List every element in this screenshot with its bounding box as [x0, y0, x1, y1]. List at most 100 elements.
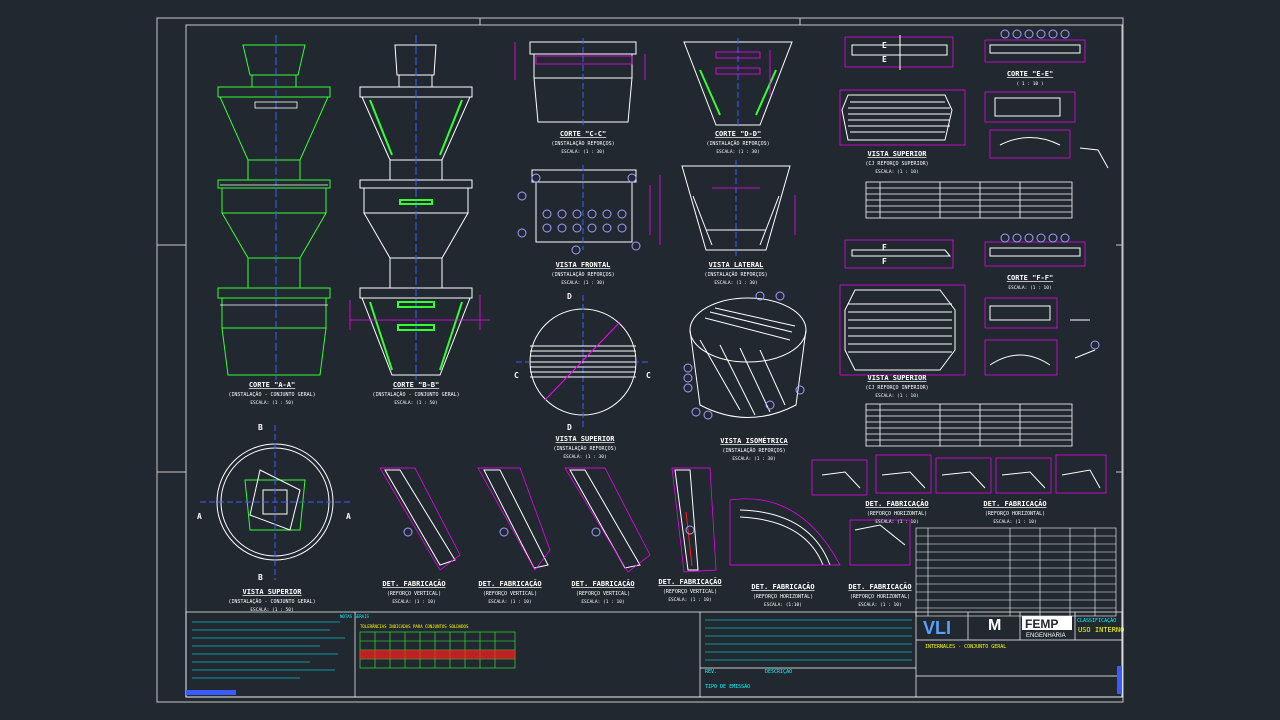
notes-title: NOTAS GERAIS: [340, 614, 369, 619]
vista-superior-ref-sup-drawing: [839, 89, 966, 146]
table-inf: [865, 403, 1073, 447]
vista-superior-ref-sup-sub: (CJ REFORÇO SUPERIOR): [865, 161, 928, 167]
vista-superior-a-title: VISTA SUPERIOR: [242, 588, 302, 596]
corte-cc-title: CORTE "C-C": [560, 130, 606, 138]
cad-drawing-canvas[interactable]: VLI M FEMP ENGENHARIA CLASSIFICAÇÃO USO …: [0, 0, 1280, 720]
desc-header: DESCRIÇÃO: [765, 668, 792, 675]
det-fab-8-title: DET. FABRICAÇÃO: [983, 499, 1046, 508]
corte-ff-plan: [844, 239, 954, 269]
corte-ff-title: CORTE "F-F": [1007, 274, 1053, 282]
rev-header: REV.: [705, 669, 717, 675]
corte-bb-drawing: [359, 35, 473, 380]
vista-superior-ref-sup-scale: ESCALA: (1 : 10): [875, 169, 918, 175]
det-fab-1-scale: ESCALA: (1 : 10): [392, 599, 435, 605]
logo-vli: VLI: [923, 618, 951, 638]
vista-superior-c-sub: (INSTALAÇÃO REFORÇOS): [553, 445, 616, 452]
ref-sup-details: [984, 91, 1109, 169]
vista-frontal-dims: [649, 175, 661, 245]
corte-cc-sub: (INSTALAÇÃO REFORÇOS): [551, 140, 614, 147]
det-fab-4-title: DET. FABRICAÇÃO: [658, 577, 721, 586]
det-fab-4-sub: (REFORÇO VERTICAL): [663, 589, 717, 595]
corte-aa-drawing: [217, 35, 331, 380]
mark-c-left: C: [514, 371, 519, 380]
corte-aa-title: CORTE "A-A": [249, 381, 295, 389]
mark-b-bottom: B: [258, 573, 263, 582]
corte-dd-dims: [715, 50, 771, 95]
det-fab-5-scale: ESCALA: (1:10): [764, 602, 802, 608]
bottom-title-block: [185, 611, 1123, 698]
vista-lateral-dims: [712, 187, 796, 235]
vista-lateral-sub: (INSTALAÇÃO REFORÇOS): [704, 271, 767, 278]
det-fab-1-title: DET. FABRICAÇÃO: [382, 579, 445, 588]
det-fab-7-title: DET. FABRICAÇÃO: [865, 499, 928, 508]
vista-superior-ref-sup-title: VISTA SUPERIOR: [867, 150, 927, 158]
notes-lines: [192, 621, 345, 679]
blue-strip-right: [1117, 666, 1122, 694]
corte-bb-title: CORTE "B-B": [393, 381, 439, 389]
mark-d-top: D: [567, 292, 572, 301]
det-fab-6-title: DET. FABRICAÇÃO: [848, 582, 911, 591]
mark-a-right: A: [346, 512, 351, 521]
vista-lateral-drawing: [681, 160, 791, 258]
det-fab-horizontal-small: [849, 519, 911, 566]
corte-dd-drawing: [683, 38, 793, 128]
vista-superior-c-scale: ESCALA: (1 : 30): [563, 454, 606, 460]
material-table: [915, 527, 1117, 617]
vista-superior-ref-inf-scale: ESCALA: (1 : 10): [875, 393, 918, 399]
vista-superior-ref-inf-title: VISTA SUPERIOR: [867, 374, 927, 382]
corte-aa-scale: ESCALA: (1 : 50): [250, 400, 293, 406]
det-fab-6-scale: ESCALA: (1 : 10): [858, 602, 901, 608]
corte-ee-scale: ( 1 : 10 ): [1016, 81, 1043, 87]
corte-ee-plan: [844, 35, 954, 70]
det-fab-4-scale: ESCALA: (1 : 10): [668, 597, 711, 603]
corte-cc-drawing: [529, 38, 637, 125]
classification-label: CLASSIFICAÇÃO: [1077, 617, 1116, 624]
det-fab-7-sub: (REFORÇO HORIZONTAL): [867, 511, 927, 517]
corte-dd-title: CORTE "D-D": [715, 130, 761, 138]
det-fab-horiz-row: [811, 454, 1107, 496]
mark-e-top: E: [882, 41, 887, 50]
logo-m: M: [988, 617, 1001, 634]
mark-c-right: C: [646, 371, 651, 380]
vista-isometrica-sub: (INSTALAÇÃO REFORÇOS): [722, 447, 785, 454]
issue-label: TIPO DE EMISSÃO: [705, 683, 750, 690]
det-fab-2-scale: ESCALA: (1 : 10): [488, 599, 531, 605]
det-fab-7-scale: ESCALA: (1 : 10): [875, 519, 918, 525]
det-fab-5-sub: (REFORÇO HORIZONTAL): [753, 594, 813, 600]
logo-femp-sub: ENGENHARIA: [1026, 633, 1066, 639]
corte-dd-scale: ESCALA: (1 : 30): [716, 149, 759, 155]
corte-ee-title: CORTE "E-E": [1007, 70, 1053, 78]
logo-femp: FEMP: [1025, 617, 1058, 631]
det-fab-3-sub: (REFORÇO VERTICAL): [576, 591, 630, 597]
vista-superior-c-drawing: [516, 295, 650, 430]
vista-frontal-scale: ESCALA: (1 : 30): [561, 280, 604, 286]
vista-superior-a-drawing: [200, 425, 350, 580]
blue-strip-bottom: [186, 690, 236, 695]
mark-e-bottom: E: [882, 55, 887, 64]
table-sup: [865, 181, 1073, 219]
det-fab-8-sub: (REFORÇO HORIZONTAL): [985, 511, 1045, 517]
det-fab-8-scale: ESCALA: (1 : 10): [993, 519, 1036, 525]
vista-isometrica-scale: ESCALA: (1 : 30): [732, 456, 775, 462]
corte-ff-scale: ESCALA: (1 : 10): [1008, 285, 1051, 291]
tolerance-title: TOLERÂNCIAS INDICADAS PARA CONJUNTOS SOL…: [360, 624, 469, 629]
vista-superior-a-sub: (INSTALAÇÃO - CONJUNTO GERAL): [228, 598, 315, 605]
corte-cc-scale: ESCALA: (1 : 30): [561, 149, 604, 155]
det-fab-2-sub: (REFORÇO VERTICAL): [483, 591, 537, 597]
vista-superior-ref-inf-drawing: [839, 284, 966, 376]
det-fab-6-sub: (REFORÇO HORIZONTAL): [850, 594, 910, 600]
vista-lateral-title: VISTA LATERAL: [709, 261, 764, 269]
corte-aa-sub: (INSTALAÇÃO - CONJUNTO GERAL): [228, 391, 315, 398]
tolerance-red-row: [360, 650, 515, 659]
mark-b-top: B: [258, 423, 263, 432]
det-fab-3-title: DET. FABRICAÇÃO: [571, 579, 634, 588]
ref-inf-details: [984, 297, 1100, 376]
mark-f-top: F: [882, 243, 887, 252]
mark-d-bottom: D: [567, 423, 572, 432]
corte-bb-scale: ESCALA: (1 : 50): [394, 400, 437, 406]
det-fab-2-title: DET. FABRICAÇÃO: [478, 579, 541, 588]
revision-table: [705, 619, 912, 661]
det-fab-1-sub: (REFORÇO VERTICAL): [387, 591, 441, 597]
drawing-title: INTERNALES - CONJUNTO GERAL: [925, 644, 1006, 650]
vista-superior-ref-inf-sub: (CJ REFORÇO INFERIOR): [865, 385, 928, 391]
